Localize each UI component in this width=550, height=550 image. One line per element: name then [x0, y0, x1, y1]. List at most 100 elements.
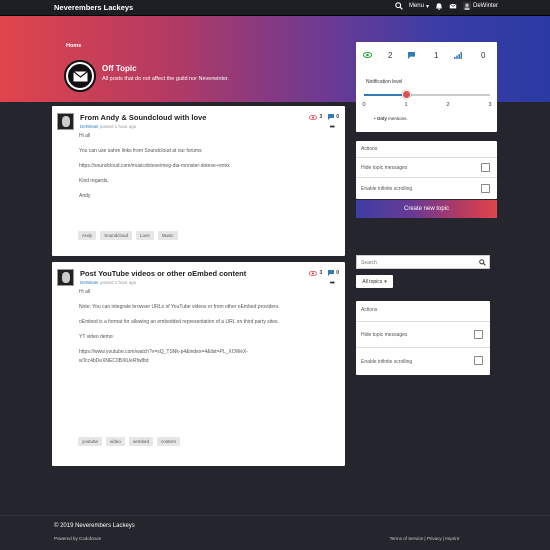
body-line: Kind regards, [79, 178, 109, 184]
menu-dropdown[interactable]: Menu ▾ [409, 3, 429, 10]
views-count: 3 [319, 114, 323, 120]
notification-card: 2 1 0 Notification level 0 1 2 3 • Only … [356, 42, 497, 132]
body-link[interactable]: https://www.youtube.com/watch?v=sQ_TSNk-… [79, 349, 341, 356]
comment-icon [328, 270, 335, 276]
topic-meta: DeWinter posted 1 hour ago [80, 280, 136, 285]
tag[interactable]: youtube [78, 437, 103, 446]
topic-body: Hi all Note: You can integrate browser U… [79, 289, 341, 373]
actions-panel: Actions Hide topic messages Enable infin… [356, 141, 497, 199]
actions-title: Actions [361, 307, 378, 313]
tag[interactable]: video [106, 437, 125, 446]
note-text: mentions. [388, 116, 408, 121]
footer-copyright: © 2019 Neverembers Lackeys [54, 523, 135, 529]
comments-stat: 0 [328, 270, 339, 276]
hide-messages-checkbox[interactable] [481, 163, 490, 172]
topic-time: posted 1 hour ago [100, 124, 137, 129]
tag-list: youtube video oembed content [78, 437, 180, 446]
category-title: Off Topic [102, 64, 137, 73]
comment-icon [408, 52, 415, 59]
level-count: 0 [481, 51, 486, 60]
comments-count: 1 [434, 51, 439, 60]
actions-panel: Actions Hide topic messages Enable infin… [356, 301, 490, 375]
user-menu[interactable]: DeWinter [462, 2, 498, 10]
topic-card: From Andy & Soundcloud with love DeWinte… [52, 106, 345, 256]
navbar-actions: Menu ▾ DeWinter [395, 2, 498, 10]
topics-filter-dropdown[interactable]: All topics ▾ [356, 275, 393, 288]
eye-icon [309, 114, 318, 120]
body-line: Hi all [79, 289, 91, 295]
more-options-icon[interactable]: ••• [330, 280, 335, 287]
search-icon[interactable] [479, 259, 486, 266]
envelope-icon[interactable] [449, 2, 457, 10]
body-link[interactable]: https://soundcloud.com/musicdotexe/meg-d… [79, 163, 341, 170]
body-line: Andy [79, 193, 91, 199]
topic-title[interactable]: Post YouTube videos or other oEmbed cont… [80, 269, 246, 278]
signal-icon [454, 52, 462, 59]
tag[interactable]: Soundcloud [100, 231, 133, 240]
infinite-scroll-row: Enable infinite scrolling [356, 177, 497, 197]
footer-links[interactable]: Terms of Service | Privacy | Imprint [390, 536, 459, 541]
search-placeholder: Search [361, 260, 377, 266]
body-line: Note: You can integrate browser URLs of … [79, 304, 280, 310]
comments-stat: 0 [328, 114, 339, 120]
avatar[interactable] [57, 113, 74, 130]
caret-down-icon: ▾ [384, 278, 387, 285]
topic-title[interactable]: From Andy & Soundcloud with love [80, 113, 206, 122]
search-icon[interactable] [395, 2, 403, 10]
create-topic-button[interactable]: Create new topic [356, 200, 497, 218]
note-bold: Only [376, 116, 387, 121]
infinite-scroll-label: Enable infinite scrolling [361, 359, 413, 365]
avatar[interactable] [57, 269, 74, 286]
tag[interactable]: Andy [78, 231, 97, 240]
footer-powered-by[interactable]: Powered by Codoforum [54, 536, 101, 541]
tick-label: 2 [446, 102, 450, 108]
topic-author[interactable]: DeWinter [80, 280, 99, 285]
brand-name[interactable]: Neverembers Lackeys [54, 3, 133, 12]
tick-label: 0 [362, 102, 366, 108]
menu-label: Menu [408, 3, 424, 9]
infinite-scroll-row: Enable infinite scrolling [356, 347, 490, 374]
category-description: All posts that do not affect the guild n… [102, 76, 230, 82]
comments-count: 0 [336, 114, 339, 120]
body-link[interactable]: wTcc4bDeXNEC0BXlUeRfw8td [79, 358, 341, 365]
slider-ticks: 0 1 2 3 [358, 102, 494, 110]
search-input[interactable]: Search [356, 255, 490, 269]
tag-list: Andy Soundcloud Love Music [78, 231, 178, 240]
bell-icon[interactable] [435, 2, 443, 10]
topic-time: posted 1 hour ago [100, 280, 137, 285]
comment-icon [328, 114, 335, 120]
hide-messages-label: Hide topic messages [361, 165, 408, 171]
infinite-scroll-checkbox[interactable] [481, 184, 490, 193]
topic-body: Hi all You can use sahre links from Soun… [79, 133, 341, 208]
topic-stats: 3 0 [309, 270, 339, 276]
footer-divider [0, 515, 550, 516]
tag[interactable]: Music [157, 231, 178, 240]
breadcrumb[interactable]: Home [66, 43, 81, 49]
eye-icon [309, 270, 318, 276]
views-count: 2 [388, 51, 393, 60]
tag[interactable]: oembed [128, 437, 154, 446]
notification-level-label: Notification level [366, 79, 403, 85]
hide-messages-label: Hide topic messages [361, 332, 408, 338]
category-icon [64, 60, 96, 92]
topics-filter-label: All topics [362, 278, 383, 285]
infinite-scroll-checkbox[interactable] [474, 356, 483, 365]
topic-stats: 3 0 [309, 114, 339, 120]
hide-messages-checkbox[interactable] [474, 330, 483, 339]
actions-title: Actions [361, 146, 378, 152]
comments-count: 0 [336, 270, 339, 276]
tick-label: 3 [488, 102, 492, 108]
views-stat: 3 [309, 114, 322, 120]
topic-author[interactable]: DeWinter [80, 124, 99, 129]
tag[interactable]: Love [136, 231, 154, 240]
notification-level-slider[interactable] [364, 90, 490, 99]
hide-messages-row: Hide topic messages [356, 157, 497, 177]
hide-messages-row: Hide topic messages [356, 321, 490, 347]
slider-handle[interactable] [402, 90, 411, 99]
more-options-icon[interactable]: ••• [330, 124, 335, 131]
body-line: oEmbed is a format for allowing an embed… [79, 319, 279, 325]
eye-icon [363, 52, 372, 58]
tag[interactable]: content [157, 437, 180, 446]
notification-level-note: • Only mentions. [374, 116, 408, 121]
infinite-scroll-label: Enable infinite scrolling [361, 186, 413, 192]
